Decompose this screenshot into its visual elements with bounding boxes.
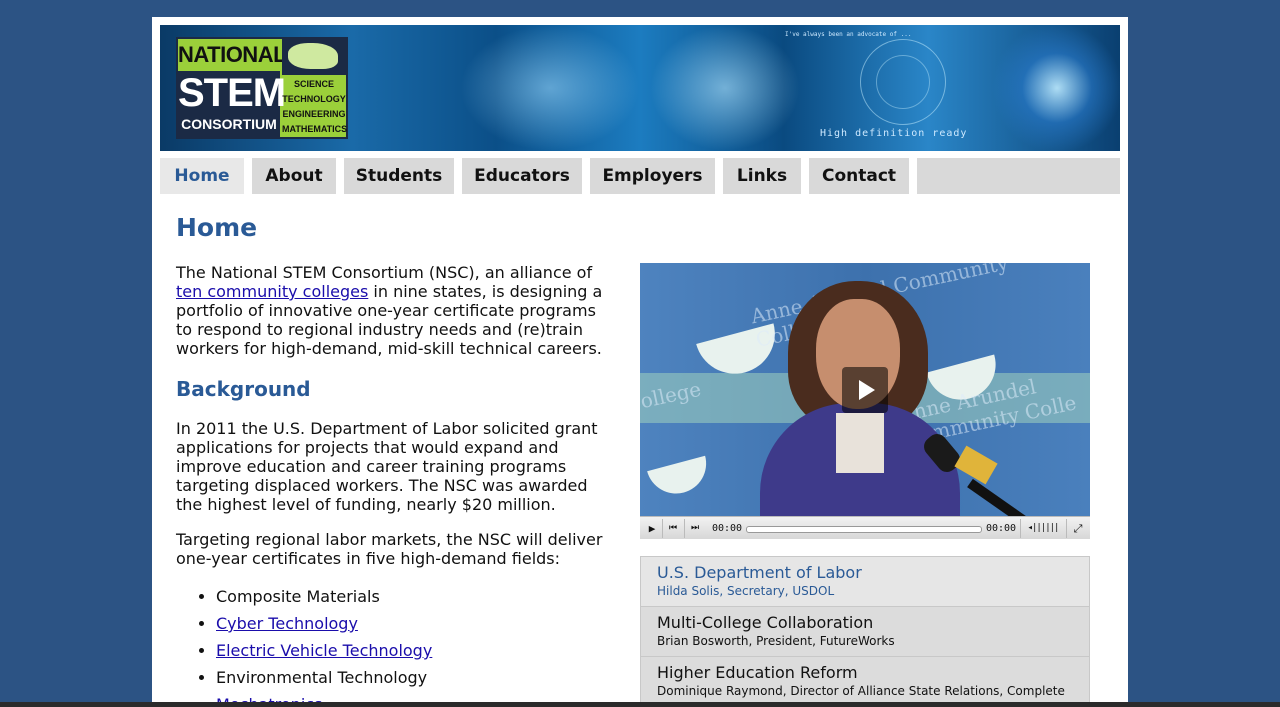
page-title: Home xyxy=(176,213,258,242)
banner-globe-graphic xyxy=(980,25,1120,151)
nav-filler xyxy=(917,158,1120,194)
next-button[interactable]: ⏭ xyxy=(687,517,703,539)
banner-dna-graphic xyxy=(460,25,640,151)
logo-stem: STEM xyxy=(178,71,286,115)
tab-employers[interactable]: Employers xyxy=(590,158,715,194)
banner-head-graphic xyxy=(650,25,800,151)
targeting-paragraph: Targeting regional labor markets, the NS… xyxy=(176,530,603,568)
electric-vehicle-technology-link[interactable]: Electric Vehicle Technology xyxy=(216,641,432,660)
tab-contact[interactable]: Contact xyxy=(809,158,909,194)
playlist-subtitle: Dominique Raymond, Director of Alliance … xyxy=(657,684,1065,698)
list-item-cyber-technology[interactable]: Cyber Technology xyxy=(216,610,432,637)
video-controls: ▶ ⏮ ⏭ 00:00 00:00 ◂|||||| ⤢ xyxy=(640,516,1090,539)
total-time: 00:00 xyxy=(985,523,1017,534)
playlist-title: Higher Education Reform xyxy=(657,663,858,682)
playlist-title: U.S. Department of Labor xyxy=(657,563,862,582)
list-item-electric-vehicle-technology[interactable]: Electric Vehicle Technology xyxy=(216,637,432,664)
previous-button[interactable]: ⏮ xyxy=(665,517,681,539)
intro-paragraph: The National STEM Consortium (NSC), an a… xyxy=(176,263,603,358)
playlist-item-reform[interactable]: Higher Education Reform Dominique Raymon… xyxy=(640,656,1090,706)
logo-fields: SCIENCE TECHNOLOGY ENGINEERING MATHEMATI… xyxy=(282,79,348,134)
tab-links[interactable]: Links xyxy=(723,158,801,194)
list-item-environmental-technology: Environmental Technology xyxy=(216,664,432,691)
video-playlist: U.S. Department of Labor Hilda Solis, Se… xyxy=(640,556,1090,706)
playlist-subtitle: Hilda Solis, Secretary, USDOL xyxy=(657,584,835,598)
seek-bar[interactable] xyxy=(746,526,982,533)
playlist-title: Multi-College Collaboration xyxy=(657,613,874,632)
video-player[interactable]: Anne Arundel Community College Anne Arun… xyxy=(640,263,1090,539)
logo-national: NATIONAL xyxy=(178,39,287,71)
fields-list: Composite Materials Cyber Technology Ele… xyxy=(176,583,432,707)
banner-overlay-text: I've always been an advocate of ... xyxy=(785,31,912,38)
cyber-technology-link[interactable]: Cyber Technology xyxy=(216,614,358,633)
header-banner: I've always been an advocate of ... High… xyxy=(160,25,1120,151)
logo-consortium: CONSORTIUM xyxy=(181,116,277,132)
us-map-icon xyxy=(282,39,346,75)
tab-educators[interactable]: Educators xyxy=(462,158,582,194)
play-overlay-button[interactable] xyxy=(842,367,888,413)
banner-hd-text: High definition ready xyxy=(820,128,968,139)
list-item-composite-materials: Composite Materials xyxy=(216,583,432,610)
volume-icon[interactable]: ◂|||||| xyxy=(1023,517,1063,539)
tab-students[interactable]: Students xyxy=(344,158,454,194)
main-nav: Home About Students Educators Employers … xyxy=(160,158,1120,194)
window-bottom-edge xyxy=(0,702,1280,707)
playlist-item-collaboration[interactable]: Multi-College Collaboration Brian Boswor… xyxy=(640,606,1090,656)
banner-ring-inner-graphic xyxy=(876,55,930,109)
play-button[interactable]: ▶ xyxy=(644,517,660,539)
site-logo[interactable]: NATIONAL STEM CONSORTIUM SCIENCE TECHNOL… xyxy=(176,37,348,139)
tab-home[interactable]: Home xyxy=(160,158,244,194)
playlist-item-dol[interactable]: U.S. Department of Labor Hilda Solis, Se… xyxy=(640,556,1090,606)
tab-about[interactable]: About xyxy=(252,158,336,194)
playlist-subtitle: Brian Bosworth, President, FutureWorks xyxy=(657,634,895,648)
ten-colleges-link[interactable]: ten community colleges xyxy=(176,282,368,301)
page-container: I've always been an advocate of ... High… xyxy=(152,17,1128,707)
speaker-shirt xyxy=(836,413,884,473)
background-paragraph: In 2011 the U.S. Department of Labor sol… xyxy=(176,419,598,514)
background-heading: Background xyxy=(176,377,311,401)
fullscreen-icon[interactable]: ⤢ xyxy=(1068,517,1088,539)
current-time: 00:00 xyxy=(711,523,743,534)
